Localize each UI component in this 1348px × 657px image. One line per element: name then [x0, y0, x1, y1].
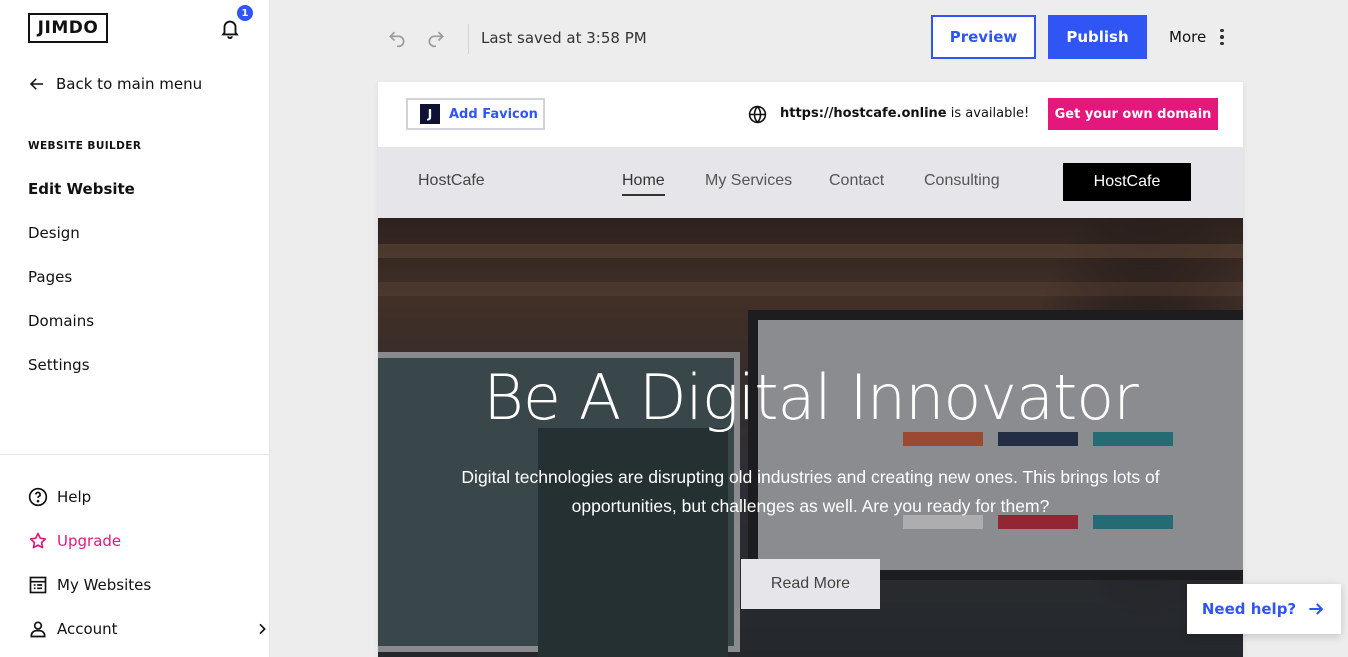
site-nav-my-services[interactable]: My Services	[705, 172, 792, 190]
my-websites-label: My Websites	[57, 576, 152, 594]
toolbar-divider	[468, 24, 469, 54]
site-nav-contact[interactable]: Contact	[829, 172, 884, 190]
last-saved-status: Last saved at 3:58 PM	[481, 29, 647, 47]
redo-icon[interactable]	[426, 28, 446, 48]
read-more-button[interactable]: Read More	[741, 559, 880, 609]
sidebar-item-design[interactable]: Design	[28, 222, 135, 266]
undo-icon[interactable]	[387, 28, 407, 48]
sidebar-divider	[0, 454, 270, 455]
websites-list-icon	[28, 575, 48, 595]
need-help-button[interactable]: Need help?	[1187, 584, 1341, 634]
help-circle-icon	[28, 487, 48, 507]
notification-badge: 1	[236, 4, 254, 22]
arrow-left-icon	[29, 78, 43, 90]
user-icon	[28, 619, 48, 639]
jimdo-logo[interactable]: JIMDO	[28, 13, 108, 43]
sidebar-item-edit-website[interactable]: Edit Website	[28, 178, 135, 222]
domain-bar: J Add Favicon https://hostcafe.online is…	[378, 82, 1243, 147]
domain-availability-text: https://hostcafe.online is available!	[780, 106, 1029, 121]
hero-title: Be A Digital Innovator	[483, 361, 1138, 434]
website-preview-canvas: J Add Favicon https://hostcafe.online is…	[378, 82, 1243, 657]
bell-icon[interactable]	[219, 17, 241, 39]
sidebar-nav: Edit Website Design Pages Domains Settin…	[28, 178, 135, 398]
sidebar-bottom-nav: Help Upgrade My Websites Account	[28, 475, 266, 651]
sidebar-item-pages[interactable]: Pages	[28, 266, 135, 310]
account-label: Account	[57, 620, 118, 638]
arrow-right-icon	[1309, 603, 1324, 615]
back-to-main-menu-link[interactable]: Back to main menu	[28, 75, 202, 93]
sidebar-item-upgrade[interactable]: Upgrade	[28, 519, 242, 563]
add-favicon-label: Add Favicon	[449, 106, 538, 122]
need-help-label: Need help?	[1201, 600, 1297, 618]
site-name[interactable]: HostCafe	[418, 172, 485, 190]
upgrade-label: Upgrade	[57, 532, 122, 550]
more-label: More	[1169, 28, 1207, 46]
site-nav-cta-button[interactable]: HostCafe	[1063, 163, 1191, 201]
add-favicon-button[interactable]: J Add Favicon	[406, 98, 545, 130]
hero-subtitle: Digital technologies are disrupting old …	[461, 467, 1160, 516]
domain-name: https://hostcafe.online	[780, 106, 947, 121]
publish-button[interactable]: Publish	[1048, 15, 1147, 59]
chevron-right-icon	[259, 623, 266, 635]
more-menu-button[interactable]: More	[1169, 28, 1224, 46]
sidebar-item-help[interactable]: Help	[28, 475, 242, 519]
site-nav-consulting[interactable]: Consulting	[924, 172, 1000, 190]
help-label: Help	[57, 488, 92, 506]
globe-icon	[748, 105, 767, 124]
kebab-menu-icon	[1220, 28, 1224, 46]
star-icon	[28, 531, 48, 551]
site-navigation: HostCafe Home My Services Contact Consul…	[378, 147, 1243, 218]
back-link-label: Back to main menu	[56, 75, 203, 93]
sidebar: JIMDO 1 Back to main menu WEBSITE BUILDE…	[0, 0, 270, 657]
site-nav-home[interactable]: Home	[622, 172, 665, 196]
section-label: WEBSITE BUILDER	[28, 140, 142, 152]
sidebar-item-my-websites[interactable]: My Websites	[28, 563, 242, 607]
sidebar-item-account[interactable]: Account	[28, 607, 266, 651]
preview-button[interactable]: Preview	[931, 15, 1036, 59]
favicon-placeholder-icon: J	[420, 104, 440, 124]
sidebar-item-settings[interactable]: Settings	[28, 354, 135, 398]
domain-availability: is available!	[950, 106, 1030, 121]
sidebar-item-domains[interactable]: Domains	[28, 310, 135, 354]
hero-section[interactable]: Be A Digital Innovator Digital technolog…	[378, 218, 1243, 657]
get-your-own-domain-button[interactable]: Get your own domain	[1048, 98, 1218, 130]
